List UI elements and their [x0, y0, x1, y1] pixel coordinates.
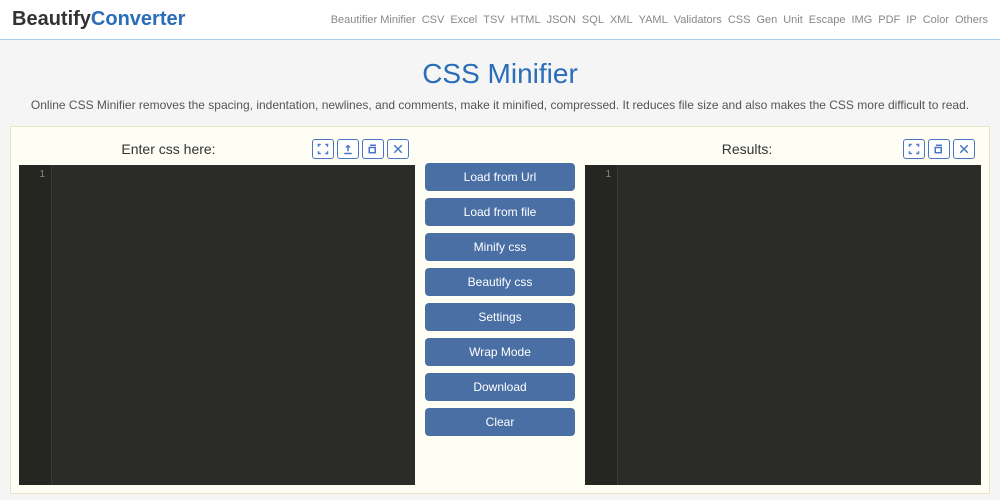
- beautify-button[interactable]: Beautify css: [425, 268, 575, 296]
- input-panel-head: Enter css here:: [19, 135, 415, 165]
- nav-pdf[interactable]: PDF: [878, 14, 900, 26]
- input-panel: Enter css here: 1: [19, 135, 415, 485]
- input-editor[interactable]: 1: [19, 165, 415, 485]
- output-editor[interactable]: 1: [585, 165, 981, 485]
- action-column: Load from Url Load from file Minify css …: [425, 135, 575, 485]
- output-panel-head: Results:: [585, 135, 981, 165]
- nav-escape[interactable]: Escape: [809, 14, 846, 26]
- nav-validators[interactable]: Validators: [674, 14, 722, 26]
- close-icon[interactable]: [953, 139, 975, 159]
- nav-gen[interactable]: Gen: [756, 14, 777, 26]
- nav-color[interactable]: Color: [923, 14, 949, 26]
- nav-xml[interactable]: XML: [610, 14, 633, 26]
- nav-yaml[interactable]: YAML: [639, 14, 668, 26]
- minify-button[interactable]: Minify css: [425, 233, 575, 261]
- nav-css[interactable]: CSS: [728, 14, 751, 26]
- gutter-divider: [51, 165, 52, 485]
- input-toolbar: [312, 139, 409, 159]
- line-number: 1: [19, 165, 51, 184]
- copy-icon[interactable]: [928, 139, 950, 159]
- input-label: Enter css here:: [25, 141, 312, 157]
- nav-html[interactable]: HTML: [511, 14, 541, 26]
- nav-json[interactable]: JSON: [547, 14, 576, 26]
- nav-ip[interactable]: IP: [906, 14, 916, 26]
- nav-tsv[interactable]: TSV: [483, 14, 504, 26]
- logo-part2: Converter: [91, 8, 185, 30]
- nav-excel[interactable]: Excel: [450, 14, 477, 26]
- upload-icon[interactable]: [337, 139, 359, 159]
- fullscreen-icon[interactable]: [312, 139, 334, 159]
- nav-others[interactable]: Others: [955, 14, 988, 26]
- main-container: Enter css here: 1 Load from Url Load fro…: [10, 126, 990, 494]
- nav-menu: Beautifier Minifier CSV Excel TSV HTML J…: [331, 14, 988, 26]
- output-panel: Results: 1: [585, 135, 981, 485]
- close-icon[interactable]: [387, 139, 409, 159]
- line-number: 1: [585, 165, 617, 184]
- fullscreen-icon[interactable]: [903, 139, 925, 159]
- download-button[interactable]: Download: [425, 373, 575, 401]
- gutter-divider: [617, 165, 618, 485]
- clear-button[interactable]: Clear: [425, 408, 575, 436]
- settings-button[interactable]: Settings: [425, 303, 575, 331]
- header: BeautifyConverter Beautifier Minifier CS…: [0, 0, 1000, 40]
- wrap-mode-button[interactable]: Wrap Mode: [425, 338, 575, 366]
- output-label: Results:: [591, 141, 903, 157]
- output-gutter: 1: [585, 165, 617, 485]
- load-file-button[interactable]: Load from file: [425, 198, 575, 226]
- logo-part1: Beautify: [12, 8, 91, 30]
- output-toolbar: [903, 139, 975, 159]
- copy-icon[interactable]: [362, 139, 384, 159]
- logo[interactable]: BeautifyConverter: [12, 8, 185, 31]
- nav-csv[interactable]: CSV: [422, 14, 445, 26]
- page-description: Online CSS Minifier removes the spacing,…: [0, 98, 1000, 112]
- load-url-button[interactable]: Load from Url: [425, 163, 575, 191]
- nav-sql[interactable]: SQL: [582, 14, 604, 26]
- nav-beautifier-minifier[interactable]: Beautifier Minifier: [331, 14, 416, 26]
- nav-img[interactable]: IMG: [852, 14, 873, 26]
- page-title: CSS Minifier: [0, 58, 1000, 90]
- nav-unit[interactable]: Unit: [783, 14, 803, 26]
- input-gutter: 1: [19, 165, 51, 485]
